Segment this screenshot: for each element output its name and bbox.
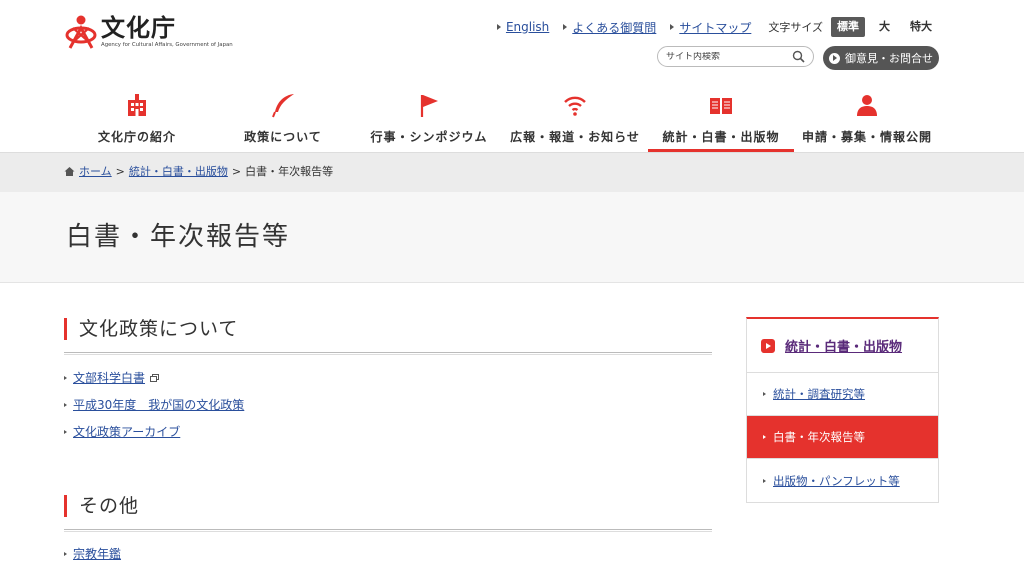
triangle-right-icon [64,375,67,380]
breadcrumb: ホーム > 統計・白書・出版物 > 白書・年次報告等 [64,163,333,179]
utility-link-label[interactable]: サイトマップ [679,19,751,36]
breadcrumb-bar: ホーム > 統計・白書・出版物 > 白書・年次報告等 [0,152,1024,192]
sidebar-item-statistics[interactable]: 統計・調査研究等 [747,373,938,416]
logo-subtitle: Agency for Cultural Affairs, Government … [101,42,233,48]
heading-accent-bar [64,495,67,517]
section-heading-other: その他 [64,494,712,532]
logo-title: 文化庁 [101,13,176,42]
section-heading-cultural-policy: 文化政策について [64,317,712,355]
nav-item-label: 行事・シンポジウム [370,130,488,144]
font-size-large-button[interactable]: 大 [873,17,896,37]
triangle-right-icon [563,24,568,30]
utility-link-sitemap[interactable]: サイトマップ [670,19,751,36]
title-band: 白書・年次報告等 [0,192,1024,283]
triangle-right-icon [64,402,67,407]
utility-link-english[interactable]: English [496,20,549,34]
section-link-list: 宗教年鑑 [64,540,121,567]
nav-item-label: 統計・白書・出版物 [662,130,780,144]
list-item: 平成30年度 我が国の文化政策 [64,391,244,418]
breadcrumb-separator: > [231,164,242,178]
heading-accent-bar [64,318,67,340]
sidebar-heading-link[interactable]: 統計・白書・出版物 [785,336,902,355]
contact-button[interactable]: 御意見・お問合せ [823,46,939,70]
list-item: 文化政策アーカイブ [64,418,244,445]
triangle-right-icon [670,24,675,30]
nav-item-publications[interactable]: 統計・白書・出版物 [648,86,794,152]
nav-item-policy[interactable]: 政策について [210,86,356,152]
link-white-paper[interactable]: 文部科学白書 [73,369,145,386]
triangle-right-icon [496,24,501,30]
font-size-standard-button[interactable]: 標準 [831,17,865,37]
site-logo[interactable]: 文化庁 Agency for Cultural Affairs, Governm… [64,14,233,58]
nav-item-events[interactable]: 行事・シンポジウム [356,86,502,152]
breadcrumb-current: 白書・年次報告等 [245,165,334,178]
utility-link-label[interactable]: English [506,20,549,34]
sidebar-heading: 統計・白書・出版物 [747,319,938,373]
link-policy-archive[interactable]: 文化政策アーカイブ [73,423,180,440]
play-arrow-icon [761,338,775,353]
sidebar-nav: 統計・白書・出版物 統計・調査研究等 白書・年次報告等 出版物・パンフレット等 [746,317,939,503]
font-size-xlarge-button[interactable]: 特大 [904,17,938,37]
nav-item-label: 申請・募集・情報公開 [801,130,932,144]
building-icon [128,94,146,116]
flag-icon [420,95,438,117]
nav-item-applications[interactable]: 申請・募集・情報公開 [794,86,940,152]
site-search [657,46,814,67]
home-icon [64,166,75,176]
agency-emblem-icon [65,15,97,49]
triangle-right-icon [64,429,67,434]
nav-item-label: 広報・報道・お知らせ [510,130,640,144]
search-icon[interactable] [792,50,805,63]
triangle-right-icon [763,392,766,396]
arrow-circle-icon [829,52,840,64]
page-title: 白書・年次報告等 [66,222,291,252]
nav-item-label: 文化庁の紹介 [97,130,176,144]
breadcrumb-parent-link[interactable]: 統計・白書・出版物 [129,163,228,179]
sidebar-item-publications[interactable]: 出版物・パンフレット等 [747,459,938,502]
triangle-right-icon [763,435,766,439]
section-title: 文化政策について [79,318,239,340]
sidebar-item-label[interactable]: 出版物・パンフレット等 [773,473,900,489]
list-item: 文部科学白書 [64,364,244,391]
utility-bar: English よくある御質問 サイトマップ 文字サイズ 標準 大 特大 [483,16,938,38]
nav-item-news[interactable]: 広報・報道・お知らせ [502,86,648,152]
breadcrumb-home-link[interactable]: ホーム [79,163,112,179]
font-size-label: 文字サイズ [768,21,823,34]
nav-item-about[interactable]: 文化庁の紹介 [64,86,210,152]
sidebar-item-label[interactable]: 統計・調査研究等 [773,386,865,402]
signal-icon [564,96,586,116]
link-religion-yearbook[interactable]: 宗教年鑑 [73,545,121,562]
section-title: その他 [79,495,140,517]
utility-link-label[interactable]: よくある御質問 [572,19,656,36]
breadcrumb-separator: > [115,164,125,178]
book-icon [710,98,732,114]
nav-item-label: 政策について [244,130,322,144]
search-input[interactable] [666,51,786,62]
sidebar-item-label: 白書・年次報告等 [773,430,865,444]
triangle-right-icon [64,551,67,556]
section-link-list: 文部科学白書 平成30年度 我が国の文化政策 文化政策アーカイブ [64,364,244,445]
quill-icon [272,94,294,118]
person-icon [857,95,877,116]
contact-button-label: 御意見・お問合せ [845,52,933,65]
triangle-right-icon [763,478,766,483]
global-nav: 文化庁の紹介 政策について 行事・シンポジウム 広報・報道・お知らせ 統計・白書… [64,86,944,152]
link-h30-policy[interactable]: 平成30年度 我が国の文化政策 [73,396,244,413]
external-link-icon [150,373,160,382]
list-item: 宗教年鑑 [64,540,121,567]
utility-link-faq[interactable]: よくある御質問 [563,19,656,36]
sidebar-item-white-papers[interactable]: 白書・年次報告等 [747,416,938,459]
